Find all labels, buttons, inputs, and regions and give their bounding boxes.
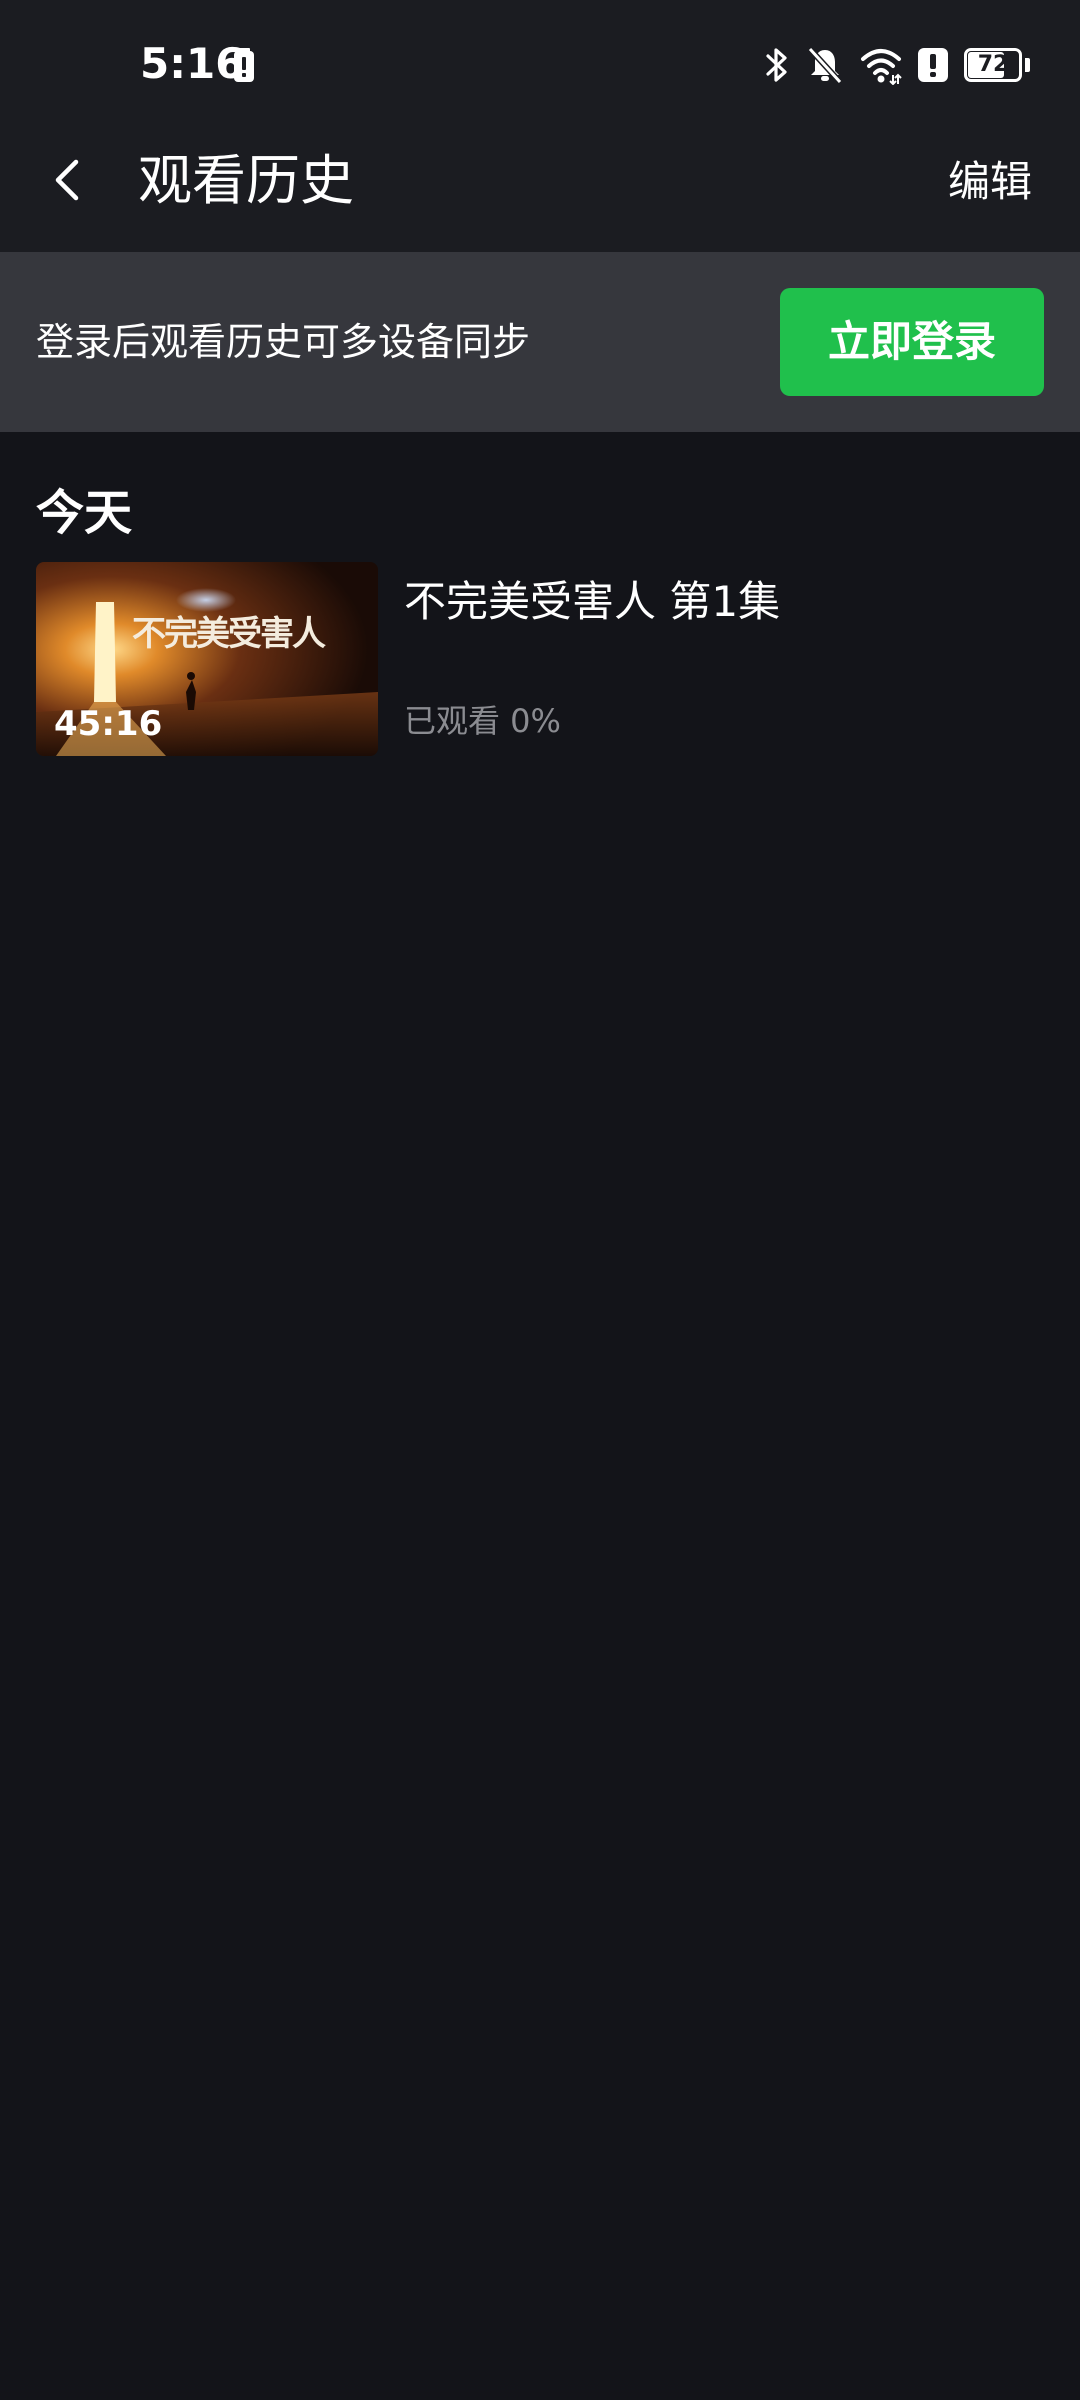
- thumbnail-title: 不完美受害人: [132, 614, 326, 654]
- video-title[interactable]: 不完美受害人 第1集: [404, 572, 780, 632]
- watch-progress: 已观看 0%: [404, 702, 561, 740]
- battery-icon: 72: [964, 48, 1030, 82]
- login-button[interactable]: 立即登录: [780, 288, 1044, 396]
- login-banner: 登录后观看历史可多设备同步 立即登录: [0, 252, 1080, 432]
- alert-icon: [918, 48, 948, 82]
- bluetooth-icon: [766, 48, 787, 82]
- battery-alert-icon: [234, 48, 254, 82]
- wifi-icon: [861, 49, 902, 85]
- video-thumbnail[interactable]: 不完美受害人 45:16: [36, 562, 378, 756]
- edit-button[interactable]: 编辑: [948, 152, 1032, 212]
- battery-level-text: 72: [977, 52, 1009, 77]
- status-bar: 5:16 72: [0, 0, 1080, 130]
- chevron-left-icon[interactable]: [42, 152, 98, 208]
- login-prompt: 登录后观看历史可多设备同步: [36, 320, 531, 364]
- page-title: 观看历史: [138, 149, 354, 212]
- section-header-today: 今天: [36, 485, 133, 541]
- history-item[interactable]: 不完美受害人 45:16 不完美受害人 第1集 已观看 0%: [36, 562, 1044, 756]
- duration-label: 45:16: [54, 704, 163, 744]
- status-time: 5:16: [140, 39, 245, 88]
- status-icons: 72: [764, 40, 1030, 90]
- header-bar: 观看历史 编辑: [0, 130, 1080, 252]
- bell-muted-icon: [807, 46, 843, 85]
